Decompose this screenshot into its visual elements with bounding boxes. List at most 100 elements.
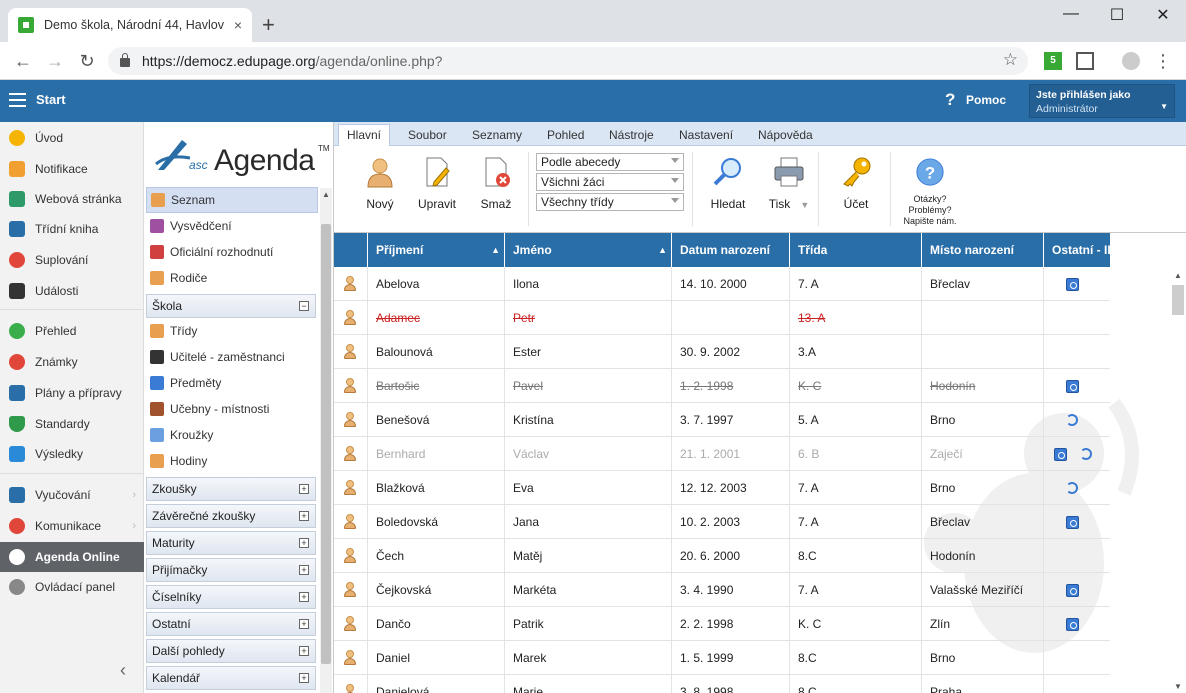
tab-soubor[interactable]: Soubor (400, 126, 455, 144)
table-row[interactable]: Dančo Patrik 2. 2. 1998 K. C Zlín (334, 607, 1110, 641)
print-button[interactable]: Tisk ▼ (766, 156, 812, 211)
help-question-button[interactable]: ? (914, 158, 946, 197)
sidebar-item-webova-stranka[interactable]: Webová stránka (0, 184, 144, 214)
sidebar-item-komunikace[interactable]: Komunikace › (0, 511, 144, 541)
table-row[interactable]: Boledovská Jana 10. 2. 2003 7. A Břeclav (334, 505, 1110, 539)
expand-group-icon[interactable]: + (299, 592, 309, 602)
table-row[interactable]: Abelova Ilona 14. 10. 2000 7. A Břeclav (334, 267, 1110, 301)
agenda-item-ucitele[interactable]: Učitelé - zaměstnanci (146, 344, 318, 370)
scroll-thumb[interactable] (1172, 285, 1184, 315)
sidebar-item-znamky[interactable]: Známky (0, 347, 144, 377)
forward-arrow-icon[interactable]: → (44, 51, 66, 71)
delete-button[interactable]: Smaž (476, 156, 516, 211)
sidebar-item-suplovani[interactable]: Suplování (0, 245, 144, 275)
sidebar-item-plany-a-pripravy[interactable]: Plány a přípravy (0, 378, 144, 408)
header-birthdate[interactable]: Datum narození (672, 233, 790, 267)
sidebar-item-standardy[interactable]: Standardy (0, 409, 144, 439)
screenshot-extension-icon[interactable] (1076, 52, 1094, 70)
table-row[interactable]: Daniel Marek 1. 5. 1999 8.C Brno (334, 641, 1110, 675)
reload-icon[interactable]: ↻ (76, 51, 98, 71)
agenda-item-oficialni-rozhodnuti[interactable]: Oficiální rozhodnutí (146, 239, 318, 265)
table-row[interactable]: Balounová Ester 30. 9. 2002 3.A (334, 335, 1110, 369)
close-window-button[interactable]: ✕ (1140, 5, 1186, 25)
document-icon[interactable] (1054, 448, 1067, 461)
account-button[interactable]: Účet (838, 156, 874, 211)
tab-nastaveni[interactable]: Nastavení (671, 126, 741, 144)
table-row[interactable]: Blažková Eva 12. 12. 2003 7. A Brno (334, 471, 1110, 505)
profile-avatar-icon[interactable] (1122, 52, 1140, 70)
group-dalsi-pohledy[interactable]: Další pohledy + (146, 639, 316, 663)
new-tab-button[interactable]: + (262, 14, 275, 36)
agenda-item-krouzky[interactable]: Kroužky (146, 422, 318, 448)
table-row[interactable]: Čech Matěj 20. 6. 2000 8.C Hodonín (334, 539, 1110, 573)
help-contact-text[interactable]: Otázky? Problémy? Napište nám. (900, 194, 960, 227)
expand-group-icon[interactable]: + (299, 673, 309, 683)
table-row[interactable]: Adamec Petr 13. A (334, 301, 1110, 335)
table-row[interactable]: Benešová Kristína 3. 7. 1997 5. A Brno (334, 403, 1110, 437)
tab-nastroje[interactable]: Nástroje (601, 126, 662, 144)
edupage-extension-icon[interactable]: 5 (1044, 52, 1062, 70)
refresh-icon[interactable] (1080, 448, 1092, 460)
students-filter-select[interactable]: Všichni žáci (536, 173, 684, 191)
scroll-up-icon[interactable]: ▲ (322, 190, 330, 199)
header-name[interactable]: Jméno ▲ (505, 233, 672, 267)
table-row[interactable]: Danielová Marie 3. 8. 1998 8.C Praha (334, 675, 1110, 693)
browser-tab[interactable]: Demo škola, Národní 44, Havlov × (8, 8, 252, 42)
hamburger-menu-icon[interactable] (9, 93, 26, 107)
agenda-item-ucebny[interactable]: Učebny - místnosti (146, 396, 318, 422)
expand-group-icon[interactable]: + (299, 565, 309, 575)
sidebar-item-udalosti[interactable]: Události (0, 276, 144, 306)
sidebar-item-ovladaci-panel[interactable]: Ovládací panel (0, 572, 144, 602)
tab-napoveda[interactable]: Nápověda (750, 126, 821, 144)
search-button[interactable]: Hledat (708, 156, 748, 211)
classes-filter-select[interactable]: Všechny třídy (536, 193, 684, 211)
group-zaverecne-zkousky[interactable]: Závěrečné zkoušky + (146, 504, 316, 528)
header-other[interactable]: Ostatní - II (1044, 233, 1110, 267)
edit-button[interactable]: Upravit (414, 156, 460, 211)
document-icon[interactable] (1066, 278, 1079, 291)
expand-group-icon[interactable]: + (299, 484, 309, 494)
collapse-group-icon[interactable]: − (299, 301, 309, 311)
sidebar-item-tridni-kniha[interactable]: Třídní kniha (0, 214, 144, 244)
user-account-dropdown[interactable]: Jste přihlášen jako Administrátor ▼ (1029, 84, 1175, 118)
expand-group-icon[interactable]: + (299, 619, 309, 629)
group-skola[interactable]: Škola − (146, 294, 316, 318)
agenda-item-hodiny[interactable]: Hodiny (146, 448, 318, 474)
browser-menu-icon[interactable]: ⋮ (1152, 51, 1174, 71)
grid-scrollbar[interactable]: ▲ ▼ (1170, 269, 1186, 693)
tab-pohled[interactable]: Pohled (539, 126, 592, 144)
agenda-item-tridy[interactable]: Třídy (146, 318, 318, 344)
document-icon[interactable] (1066, 618, 1079, 631)
new-button[interactable]: Nový (362, 156, 398, 211)
header-class[interactable]: Třída (790, 233, 922, 267)
agenda-item-rodice[interactable]: Rodiče (146, 265, 318, 291)
help-icon[interactable]: ? (945, 90, 955, 110)
document-icon[interactable] (1066, 516, 1079, 529)
group-ostatni[interactable]: Ostatní + (146, 612, 316, 636)
document-icon[interactable] (1066, 380, 1079, 393)
table-row[interactable]: Čejkovská Markéta 3. 4. 1990 7. A Valašské M… (334, 573, 1110, 607)
document-icon[interactable] (1066, 584, 1079, 597)
agenda-panel-scrollbar[interactable]: ▲ (320, 188, 332, 693)
scroll-down-icon[interactable]: ▼ (1174, 682, 1182, 691)
refresh-icon[interactable] (1066, 482, 1078, 494)
sidebar-item-prehled[interactable]: Přehled (0, 316, 144, 346)
maximize-button[interactable]: ☐ (1094, 5, 1140, 25)
group-kalendar[interactable]: Kalendář + (146, 666, 316, 690)
url-field[interactable]: https://democz.edupage.org/agenda/online… (108, 47, 1028, 75)
minimize-button[interactable]: — (1048, 5, 1094, 23)
agenda-item-seznam[interactable]: Seznam (146, 187, 318, 213)
tab-close-icon[interactable]: × (234, 17, 242, 33)
expand-group-icon[interactable]: + (299, 646, 309, 656)
refresh-icon[interactable] (1066, 414, 1078, 426)
expand-group-icon[interactable]: + (299, 538, 309, 548)
help-link[interactable]: Pomoc (966, 93, 1006, 107)
group-prijimacky[interactable]: Přijímačky + (146, 558, 316, 582)
sidebar-item-uvod[interactable]: Úvod (0, 123, 144, 153)
sidebar-item-agenda-online[interactable]: Agenda Online (0, 542, 144, 572)
scroll-thumb[interactable] (321, 224, 331, 664)
table-row[interactable]: Bernhard Václav 21. 1. 2001 6. B Zaječí (334, 437, 1110, 471)
group-zkousky[interactable]: Zkoušky + (146, 477, 316, 501)
tab-hlavni[interactable]: Hlavní (338, 124, 391, 147)
sidebar-item-notifikace[interactable]: Notifikace (0, 154, 144, 184)
